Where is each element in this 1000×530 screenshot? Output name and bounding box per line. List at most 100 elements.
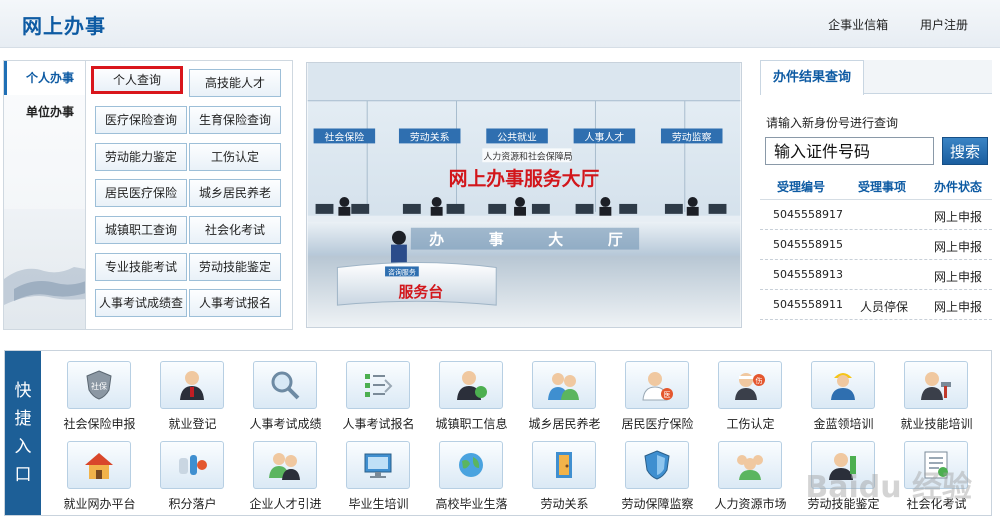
result-tab-row: 办件结果查询 bbox=[760, 60, 992, 95]
link-resident-medical[interactable]: 居民医疗保险 bbox=[95, 179, 187, 207]
hall-title: 网上办事服务大厅 bbox=[449, 167, 600, 190]
cell-status: 网上申报 bbox=[934, 240, 983, 254]
link-urban-worker-query[interactable]: 城镇职工查询 bbox=[95, 216, 187, 244]
personal-service-links: 个人查询 高技能人才 医疗保险查询 生育保险查询 劳动能力鉴定 工伤认定 居民医… bbox=[85, 60, 293, 330]
counter-char-3: 大 bbox=[548, 231, 563, 249]
group-icon bbox=[718, 441, 782, 489]
quick-resident-medical[interactable]: 医 居民医疗保险 bbox=[611, 361, 704, 439]
quick-graduate-training[interactable]: 毕业生培训 bbox=[332, 441, 425, 519]
tab-unit[interactable]: 单位办事 bbox=[4, 95, 85, 129]
window-signs: 社会保险 劳动关系 公共就业 人事人才 劳动监察 bbox=[313, 128, 723, 143]
link-labor-skill-appraisal[interactable]: 劳动技能鉴定 bbox=[189, 253, 281, 281]
col-acceptance-no: 受理编号 bbox=[777, 180, 826, 194]
svg-text:医: 医 bbox=[664, 391, 671, 399]
col-status: 办件状态 bbox=[934, 180, 983, 194]
cell-id: 5045558913 bbox=[773, 268, 843, 281]
link-labor-capacity[interactable]: 劳动能力鉴定 bbox=[95, 143, 187, 171]
doctor-icon: 医 bbox=[625, 361, 689, 409]
sign-hr-talent: 人事人才 bbox=[585, 130, 625, 143]
quick-hr-exam-score[interactable]: 人事考试成绩 bbox=[239, 361, 332, 439]
sign-labor-relations: 劳动关系 bbox=[410, 130, 450, 143]
person-icon bbox=[160, 361, 224, 409]
people-icon bbox=[532, 361, 596, 409]
tools-icon bbox=[904, 361, 968, 409]
header-links: 企事业信箱 用户注册 bbox=[800, 16, 968, 33]
sign-social-insurance: 社会保险 bbox=[325, 130, 365, 143]
svg-text:伤: 伤 bbox=[756, 376, 763, 385]
table-row[interactable]: 5045558911 人员停保 网上申报 bbox=[760, 290, 992, 320]
cell-item: 人员停保 bbox=[860, 300, 909, 314]
desk-plate: 咨询服务 bbox=[388, 267, 416, 276]
tab-personal[interactable]: 个人办事 bbox=[4, 61, 85, 95]
baidu-watermark: Baidu 经验 bbox=[805, 470, 972, 505]
cell-id: 5045558911 bbox=[773, 298, 843, 311]
injury-icon: 伤 bbox=[718, 361, 782, 409]
desk-label: 服务台 bbox=[398, 283, 443, 301]
link-hr-exam-score[interactable]: 人事考试成绩查 bbox=[95, 289, 187, 317]
link-resident-pension[interactable]: 城乡居民养老 bbox=[189, 179, 281, 207]
search-button[interactable]: 搜索 bbox=[942, 137, 988, 165]
result-table-header: 受理编号 受理事项 办件状态 bbox=[760, 174, 992, 200]
quick-entry-label: 快 捷 入 口 bbox=[5, 351, 41, 515]
quick-employment-online[interactable]: 就业网办平台 bbox=[53, 441, 146, 519]
table-row[interactable]: 5045558913 网上申报 bbox=[760, 260, 992, 290]
quick-urban-worker-info[interactable]: 城镇职工信息 bbox=[425, 361, 518, 439]
link-social-exam[interactable]: 社会化考试 bbox=[189, 216, 281, 244]
result-query-panel: 办件结果查询 请输入新身份号进行查询 搜索 受理编号 受理事项 办件状态 504… bbox=[760, 60, 992, 330]
link-work-injury[interactable]: 工伤认定 bbox=[189, 143, 281, 171]
worker-icon bbox=[439, 361, 503, 409]
house-icon bbox=[67, 441, 131, 489]
enterprise-mailbox-link[interactable]: 企事业信箱 bbox=[828, 18, 888, 32]
counter-char-4: 厅 bbox=[608, 231, 623, 249]
points-icon bbox=[160, 441, 224, 489]
quick-labor-inspection[interactable]: 劳动保障监察 bbox=[611, 441, 704, 519]
magnifier-icon bbox=[253, 361, 317, 409]
quick-employment-skill-training[interactable]: 就业技能培训 bbox=[890, 361, 983, 439]
link-high-skill-talent[interactable]: 高技能人才 bbox=[189, 69, 281, 97]
svg-text:社保: 社保 bbox=[91, 381, 107, 391]
org-name: 人力资源和社会保障局 bbox=[483, 150, 572, 162]
sign-labor-inspection: 劳动监察 bbox=[672, 130, 712, 143]
counter-char-1: 办 bbox=[429, 231, 444, 249]
id-number-input[interactable] bbox=[765, 137, 934, 165]
quick-social-insurance[interactable]: 社保 社会保险申报 bbox=[53, 361, 146, 439]
cell-status: 网上申报 bbox=[934, 270, 983, 284]
globe-icon bbox=[439, 441, 503, 489]
counter-char-2: 事 bbox=[489, 231, 504, 249]
checklist-icon bbox=[346, 361, 410, 409]
door-icon bbox=[532, 441, 596, 489]
service-hall-banner[interactable]: 社会保险 劳动关系 公共就业 人事人才 劳动监察 人力资源和社会保障局 网上办事… bbox=[306, 62, 742, 328]
table-row[interactable]: 5045558917 网上申报 bbox=[760, 200, 992, 230]
cell-status: 网上申报 bbox=[934, 210, 983, 224]
cell-id: 5045558917 bbox=[773, 208, 843, 221]
monitor-icon bbox=[346, 441, 410, 489]
quick-labor-relations[interactable]: 劳动关系 bbox=[518, 441, 611, 519]
cell-status: 网上申报 bbox=[934, 300, 983, 314]
link-professional-skill-exam[interactable]: 专业技能考试 bbox=[95, 253, 187, 281]
page-title: 网上办事 bbox=[22, 14, 106, 38]
handshake-image bbox=[4, 209, 85, 329]
quick-talent-introduction[interactable]: 企业人才引进 bbox=[239, 441, 332, 519]
query-hint: 请输入新身份号进行查询 bbox=[766, 116, 899, 130]
quick-resident-pension[interactable]: 城乡居民养老 bbox=[518, 361, 611, 439]
link-maternity-insurance-query[interactable]: 生育保险查询 bbox=[189, 106, 281, 134]
user-register-link[interactable]: 用户注册 bbox=[920, 18, 968, 32]
shield-icon: 社保 bbox=[67, 361, 131, 409]
quick-gold-collar-training[interactable]: 金蓝领培训 bbox=[797, 361, 890, 439]
col-acceptance-item: 受理事项 bbox=[858, 180, 907, 194]
link-medical-insurance-query[interactable]: 医疗保险查询 bbox=[95, 106, 187, 134]
quick-hr-market[interactable]: 人力资源市场 bbox=[704, 441, 797, 519]
quick-work-injury[interactable]: 伤 工伤认定 bbox=[704, 361, 797, 439]
sign-public-employment: 公共就业 bbox=[497, 130, 537, 143]
link-personal-query[interactable]: 个人查询 bbox=[91, 66, 183, 94]
link-hr-exam-register[interactable]: 人事考试报名 bbox=[189, 289, 281, 317]
category-tabs: 个人办事 单位办事 bbox=[3, 60, 85, 330]
quick-college-graduate-settle[interactable]: 高校毕业生落 bbox=[425, 441, 518, 519]
tab-result-query[interactable]: 办件结果查询 bbox=[760, 60, 864, 95]
quick-hr-exam-register[interactable]: 人事考试报名 bbox=[332, 361, 425, 439]
table-row[interactable]: 5045558915 网上申报 bbox=[760, 230, 992, 260]
quick-employment-register[interactable]: 就业登记 bbox=[146, 361, 239, 439]
quick-points-settlement[interactable]: 积分落户 bbox=[146, 441, 239, 519]
cell-id: 5045558915 bbox=[773, 238, 843, 251]
talent-icon bbox=[253, 441, 317, 489]
